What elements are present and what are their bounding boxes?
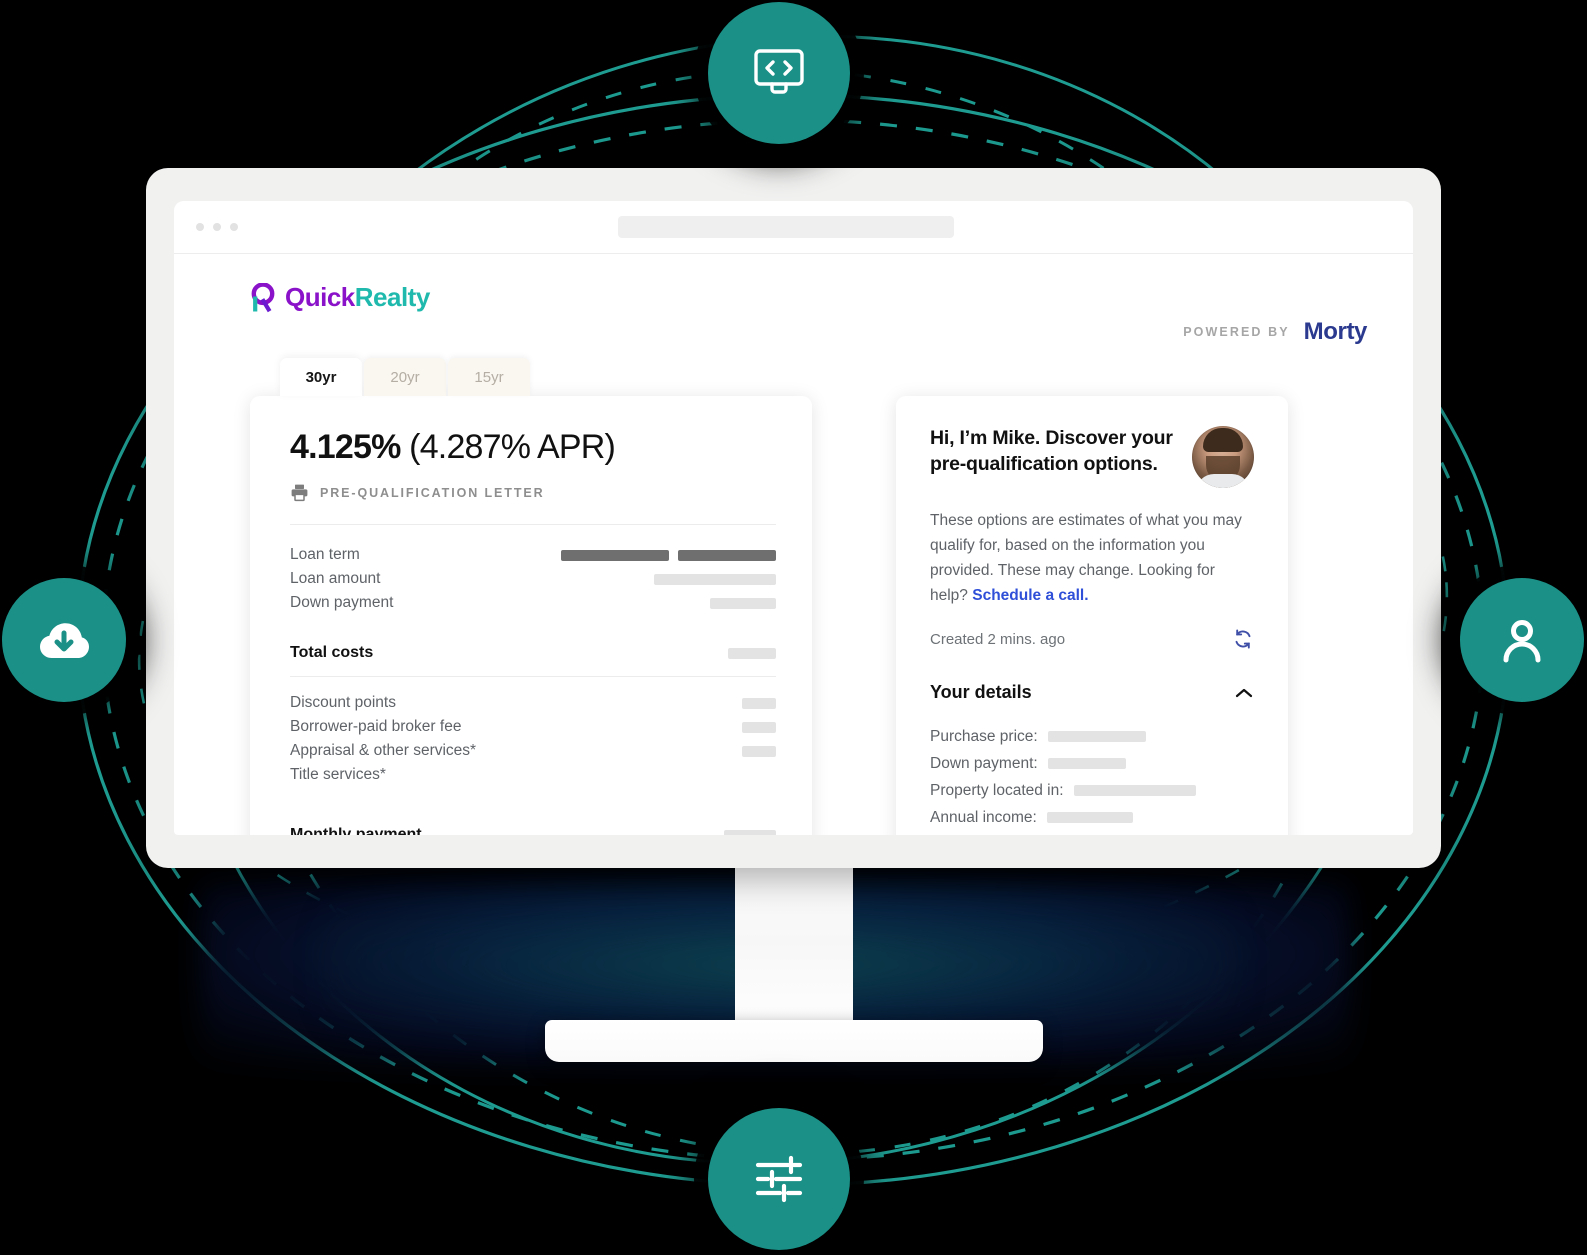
advisor-blurb: These options are estimates of what you … — [930, 508, 1254, 608]
row-loan-term: Loan term — [290, 543, 776, 567]
chevron-up-icon[interactable] — [1234, 686, 1254, 700]
badge-code-window[interactable] — [708, 2, 850, 144]
address-bar[interactable] — [618, 216, 954, 238]
row-title-services: Title services* — [290, 763, 776, 787]
monthly-payment-value — [724, 829, 776, 835]
badge-cloud-download[interactable] — [2, 578, 126, 702]
created-row: Created 2 mins. ago — [930, 628, 1254, 650]
total-costs-value — [728, 647, 776, 659]
app-page: QuickRealty POWERED BY Morty 30yr 20yr 1… — [174, 254, 1413, 835]
window-dot-3[interactable] — [230, 223, 238, 231]
brand-name: QuickRealty — [285, 282, 430, 313]
monitor-base — [545, 1020, 1043, 1062]
tab-15yr[interactable]: 15yr — [448, 358, 530, 396]
loan-term-label: Loan term — [290, 546, 360, 563]
monitor-neck — [735, 862, 853, 1037]
detail-monthly-liabilities: Monthly liabilities: — [930, 831, 1254, 835]
advisor-card: Hi, I’m Mike. Discover your pre-qualific… — [896, 396, 1288, 835]
term-tabs: 30yr 20yr 15yr — [280, 358, 1367, 396]
rate-headline: 4.125% (4.287% APR) — [290, 428, 776, 467]
detail-value — [1046, 812, 1133, 824]
browser-chrome — [174, 201, 1413, 254]
detail-label: Purchase price: — [930, 727, 1038, 745]
offer-card: 4.125% (4.287% APR) PRE-QUALIFICATION LE… — [250, 396, 812, 835]
broker-fee-value — [742, 721, 776, 733]
loan-term-value — [561, 549, 776, 561]
advisor-greeting-row: Hi, I’m Mike. Discover your pre-qualific… — [930, 426, 1254, 488]
discount-points-label: Discount points — [290, 694, 396, 711]
powered-by-label: POWERED BY — [1183, 325, 1290, 339]
illustration-stage: QuickRealty POWERED BY Morty 30yr 20yr 1… — [0, 0, 1587, 1255]
your-details-header[interactable]: Your details — [930, 682, 1254, 703]
brand-name-part-1: Quick — [285, 282, 355, 312]
detail-annual-income: Annual income: — [930, 804, 1254, 831]
detail-label: Annual income: — [930, 808, 1037, 826]
quickrealty-logo-mark — [251, 282, 275, 312]
window-dot-2[interactable] — [213, 223, 221, 231]
created-timestamp: Created 2 mins. ago — [930, 630, 1066, 648]
row-loan-amount: Loan amount — [290, 567, 776, 591]
brand-name-part-2: Realty — [354, 282, 431, 312]
refresh-icon[interactable] — [1232, 628, 1254, 650]
advisor-greeting: Hi, I’m Mike. Discover your pre-qualific… — [930, 427, 1173, 475]
monthly-payment-label: Monthly payment — [290, 826, 422, 835]
appraisal-value — [742, 745, 776, 757]
user-account-icon — [1503, 620, 1541, 663]
divider-2 — [290, 676, 776, 677]
detail-down-payment: Down payment: — [930, 750, 1254, 777]
tab-20yr[interactable]: 20yr — [364, 358, 446, 396]
divider-1 — [290, 524, 776, 525]
powered-by-brand: Morty — [1303, 318, 1368, 345]
page-header: QuickRealty POWERED BY Morty — [250, 282, 1367, 346]
apr-value: (4.287% APR) — [409, 428, 616, 466]
your-details-list: Purchase price: Down payment: Property l… — [930, 723, 1254, 835]
prequalification-letter-link[interactable]: PRE-QUALIFICATION LETTER — [290, 483, 776, 502]
schedule-call-link[interactable]: Schedule a call. — [972, 587, 1088, 604]
loan-amount-value — [654, 573, 776, 585]
your-details-title: Your details — [930, 682, 1032, 703]
monitor-frame: QuickRealty POWERED BY Morty 30yr 20yr 1… — [146, 168, 1441, 868]
row-discount-points: Discount points — [290, 691, 776, 715]
title-services-label: Title services* — [290, 766, 386, 783]
monitor-screen: QuickRealty POWERED BY Morty 30yr 20yr 1… — [174, 201, 1413, 835]
row-down-payment: Down payment — [290, 591, 776, 615]
advisor-avatar — [1192, 426, 1254, 488]
row-appraisal: Appraisal & other services* — [290, 739, 776, 763]
detail-value — [1047, 731, 1146, 743]
down-payment-label: Down payment — [290, 594, 394, 611]
total-costs-label: Total costs — [290, 644, 374, 661]
detail-property-location: Property located in: — [930, 777, 1254, 804]
detail-label: Property located in: — [930, 781, 1064, 799]
settings-sliders-icon — [755, 1155, 803, 1203]
cloud-download-icon — [40, 623, 89, 658]
code-window-icon — [754, 49, 804, 94]
row-total-costs: Total costs — [290, 641, 776, 665]
detail-value — [1073, 785, 1196, 797]
badge-user-account[interactable] — [1460, 578, 1584, 702]
loan-amount-label: Loan amount — [290, 570, 381, 587]
appraisal-label: Appraisal & other services* — [290, 742, 477, 759]
printer-icon — [291, 484, 308, 502]
detail-value — [1047, 758, 1126, 770]
badge-settings-sliders[interactable] — [708, 1108, 850, 1250]
row-monthly-payment: Monthly payment — [290, 823, 776, 835]
interest-rate: 4.125% — [290, 428, 401, 466]
broker-fee-label: Borrower-paid broker fee — [290, 718, 462, 735]
down-payment-value — [710, 597, 776, 609]
prequalification-letter-label: PRE-QUALIFICATION LETTER — [320, 485, 545, 500]
tab-30yr[interactable]: 30yr — [280, 358, 362, 396]
row-broker-fee: Borrower-paid broker fee — [290, 715, 776, 739]
content-panels: 4.125% (4.287% APR) PRE-QUALIFICATION LE… — [250, 396, 1367, 835]
discount-points-value — [742, 697, 776, 709]
detail-purchase-price: Purchase price: — [930, 723, 1254, 750]
brand-logo[interactable]: QuickRealty — [250, 282, 430, 313]
window-controls[interactable] — [196, 223, 238, 231]
detail-label: Down payment: — [930, 754, 1038, 772]
window-dot-1[interactable] — [196, 223, 204, 231]
powered-by: POWERED BY Morty — [1183, 282, 1367, 346]
